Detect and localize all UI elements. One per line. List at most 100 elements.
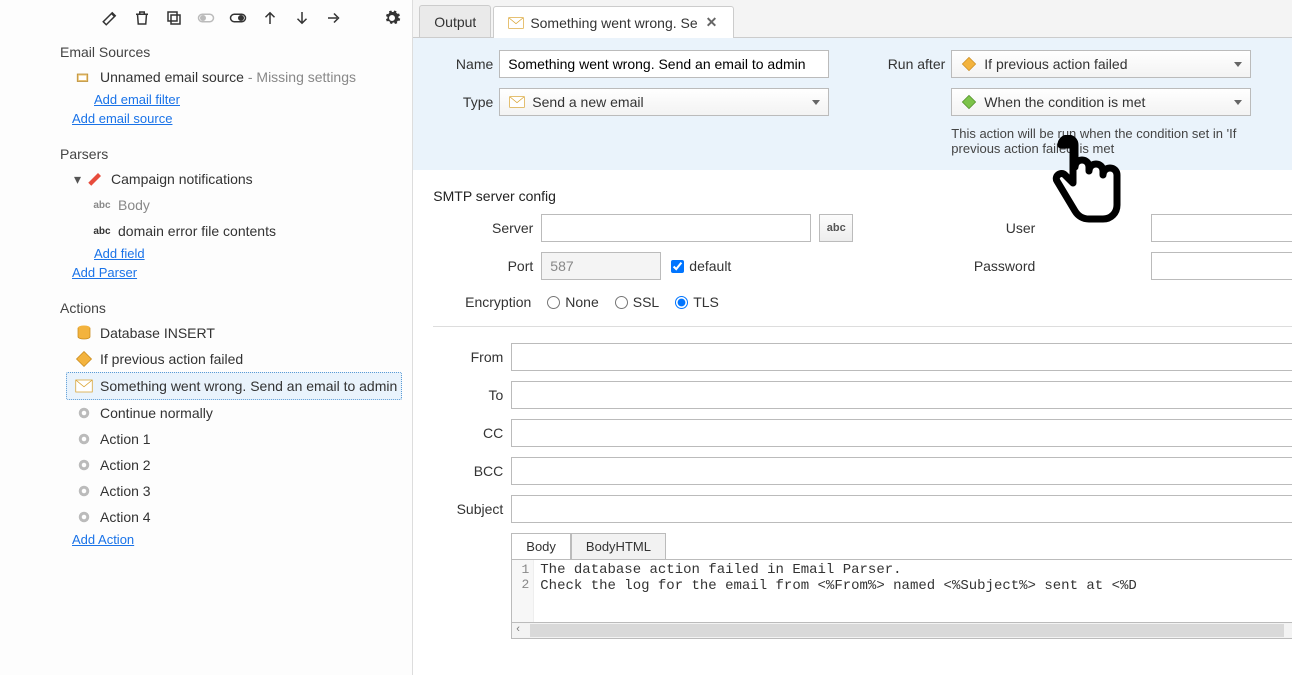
from-input[interactable]	[511, 343, 1292, 371]
horizontal-scrollbar[interactable]: ‹ ›	[511, 623, 1292, 639]
link-add-email-filter[interactable]: Add email filter	[94, 90, 180, 109]
tree-item-action-1[interactable]: Action 1	[70, 426, 402, 452]
tree-item-label: Unnamed email source	[100, 69, 244, 85]
delete-icon[interactable]	[132, 8, 152, 28]
default-checkbox-label[interactable]: default	[671, 258, 731, 274]
label-to: To	[433, 387, 503, 403]
tree-item-label: If previous action failed	[100, 351, 243, 367]
body-tabs: Body BodyHTML	[511, 533, 1292, 559]
run-after-dropdown-1[interactable]: If previous action failed	[951, 50, 1251, 78]
code-content[interactable]: The database action failed in Email Pars…	[534, 560, 1292, 622]
toggle-off-icon[interactable]	[196, 8, 216, 28]
arrow-down-icon[interactable]	[292, 8, 312, 28]
arrow-up-icon[interactable]	[260, 8, 280, 28]
label-server: Server	[453, 220, 533, 236]
tree-item-database-insert[interactable]: Database INSERT	[70, 320, 402, 346]
tree-item-label: Action 3	[100, 483, 151, 499]
tree-item-label: Action 2	[100, 457, 151, 473]
left-panel: Email Sources Unnamed email source - Mis…	[0, 0, 413, 675]
tree-item-label: domain error file contents	[118, 223, 276, 239]
link-add-parser[interactable]: Add Parser	[72, 263, 137, 282]
tree-item-label: Database INSERT	[100, 325, 215, 341]
pencil-icon	[85, 169, 105, 189]
tree-item-continue-normally[interactable]: Continue normally	[70, 400, 402, 426]
label-cc: CC	[433, 425, 503, 441]
subject-input[interactable]	[511, 495, 1292, 523]
tab-output[interactable]: Output	[419, 5, 491, 37]
radio-tls[interactable]: TLS	[675, 294, 719, 310]
tree-item-action-3[interactable]: Action 3	[70, 478, 402, 504]
mail-icon	[508, 93, 526, 111]
header-form: Name Run after If previous action failed…	[413, 38, 1292, 170]
label-name: Name	[433, 56, 493, 72]
password-input[interactable]	[1151, 252, 1292, 280]
smtp-title: SMTP server config	[433, 188, 1292, 204]
section-email-sources: Email Sources	[60, 44, 402, 60]
gear-gray-icon	[74, 429, 94, 449]
link-add-action[interactable]: Add Action	[72, 530, 134, 549]
label-encryption: Encryption	[453, 294, 531, 310]
diamond-icon	[960, 55, 978, 73]
copy-icon[interactable]	[164, 8, 184, 28]
body-form: SMTP server config Server abc User abc P…	[413, 170, 1292, 659]
label-user: User	[935, 220, 1035, 236]
body-tab-bodyhtml[interactable]: BodyHTML	[571, 533, 666, 559]
label-password: Password	[935, 258, 1035, 274]
port-input[interactable]	[541, 252, 661, 280]
radio-ssl[interactable]: SSL	[615, 294, 659, 310]
label-run-after: Run after	[835, 56, 945, 72]
tree-item-label: Campaign notifications	[111, 171, 253, 187]
run-after-note: This action will be run when the conditi…	[951, 126, 1251, 156]
gear-icon[interactable]	[382, 8, 402, 28]
line-gutter: 12	[512, 560, 534, 622]
toggle-on-icon[interactable]	[228, 8, 248, 28]
tree-item-action-4[interactable]: Action 4	[70, 504, 402, 530]
section-parsers: Parsers	[60, 146, 402, 162]
link-add-field[interactable]: Add field	[94, 244, 145, 263]
tree-item-label: Action 4	[100, 509, 151, 525]
tree-item-email-source[interactable]: Unnamed email source - Missing settings	[70, 64, 402, 90]
default-checkbox[interactable]	[671, 260, 684, 273]
link-add-email-source[interactable]: Add email source	[72, 109, 172, 128]
server-input[interactable]	[541, 214, 811, 242]
chevron-down-icon	[1234, 62, 1242, 67]
tree-item-body[interactable]: abc Body	[88, 192, 402, 218]
tree-item-send-email-admin[interactable]: Something went wrong. Send an email to a…	[66, 372, 402, 400]
name-input[interactable]	[499, 50, 829, 78]
sidebar-toolbar	[0, 0, 412, 34]
gear-gray-icon	[74, 403, 94, 423]
close-icon[interactable]: ✕	[704, 14, 720, 31]
redirect-icon[interactable]	[324, 8, 344, 28]
tree-item-if-previous-failed[interactable]: If previous action failed	[70, 346, 402, 372]
mailbox-icon	[74, 67, 94, 87]
gear-gray-icon	[74, 455, 94, 475]
right-panel: Output Something went wrong. Se ✕ ≡ Name…	[413, 0, 1292, 675]
tree-item-label: Something went wrong. Send an email to a…	[100, 378, 397, 394]
database-icon	[74, 323, 94, 343]
tree-item-label: Body	[118, 197, 150, 213]
tree-item-label: Continue normally	[100, 405, 213, 421]
radio-none[interactable]: None	[547, 294, 598, 310]
tree-view: Email Sources Unnamed email source - Mis…	[0, 34, 412, 675]
edit-icon[interactable]	[100, 8, 120, 28]
tab-action-editor[interactable]: Something went wrong. Se ✕	[493, 6, 734, 38]
abc-button-server[interactable]: abc	[819, 214, 853, 242]
type-dropdown[interactable]: Send a new email	[499, 88, 829, 116]
run-after-dropdown-2[interactable]: When the condition is met	[951, 88, 1251, 116]
tree-item-action-2[interactable]: Action 2	[70, 452, 402, 478]
mail-icon	[508, 17, 524, 29]
to-input[interactable]	[511, 381, 1292, 409]
body-tab-body[interactable]: Body	[511, 533, 571, 559]
scrollbar-thumb[interactable]	[530, 624, 1283, 637]
abc-icon: abc	[92, 221, 112, 241]
label-bcc: BCC	[433, 463, 503, 479]
bcc-input[interactable]	[511, 457, 1292, 485]
tree-item-campaign-notifications[interactable]: ▾ Campaign notifications	[70, 166, 402, 192]
label-port: Port	[453, 258, 533, 274]
abc-icon: abc	[92, 195, 112, 215]
body-editor[interactable]: 12 The database action failed in Email P…	[511, 559, 1292, 623]
user-input[interactable]	[1151, 214, 1292, 242]
cc-input[interactable]	[511, 419, 1292, 447]
label-type: Type	[433, 94, 493, 110]
tree-item-domain-error[interactable]: abc domain error file contents	[88, 218, 402, 244]
